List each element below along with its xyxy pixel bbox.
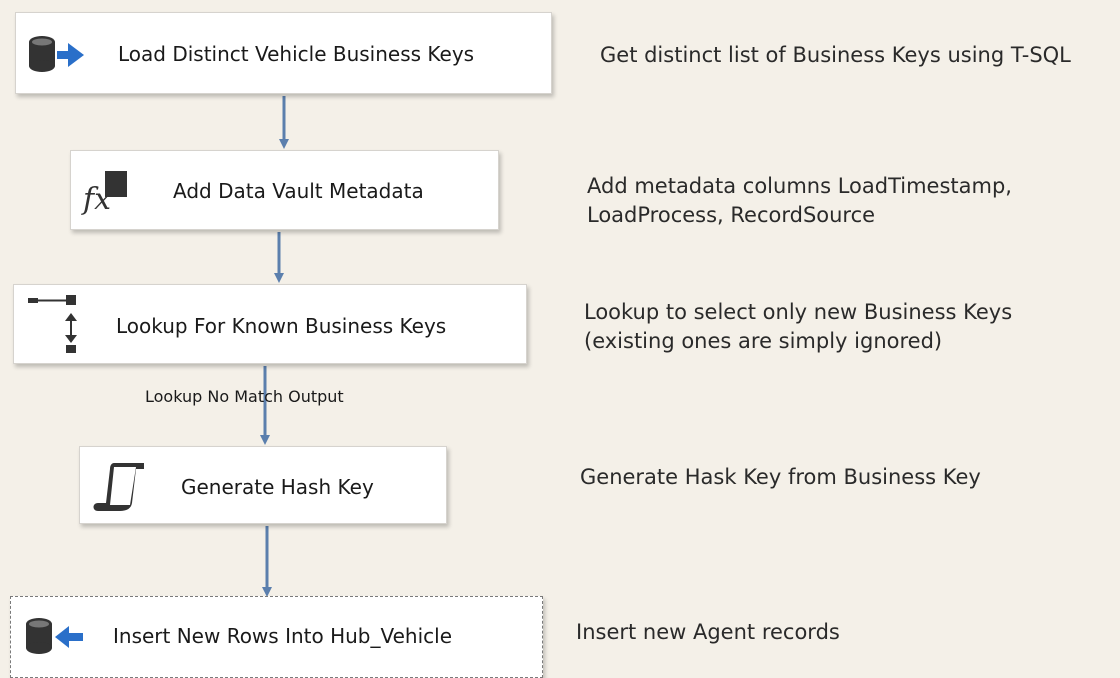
task-label: Generate Hash Key: [181, 475, 374, 499]
task-load-distinct-vehicle-business-keys[interactable]: Load Distinct Vehicle Business Keys: [15, 12, 552, 94]
task-label: Lookup For Known Business Keys: [116, 314, 447, 338]
annotation-line: Insert new Agent records: [576, 620, 840, 644]
task-label: Insert New Rows Into Hub_Vehicle: [113, 624, 453, 648]
annotation-2: Add metadata columns LoadTimestamp, Load…: [587, 172, 1012, 230]
svg-text:fx: fx: [81, 182, 111, 215]
derived-column-icon: fx: [79, 169, 131, 219]
task-insert-new-rows-into-hub-vehicle[interactable]: Insert New Rows Into Hub_Vehicle: [10, 596, 543, 678]
task-lookup-for-known-business-keys[interactable]: Lookup For Known Business Keys: [13, 284, 527, 364]
ole-db-source-icon: [28, 35, 90, 79]
annotation-line: (existing ones are simply ignored): [584, 329, 943, 353]
annotation-line: Lookup to select only new Business Keys: [584, 300, 1013, 324]
annotation-4: Generate Hask Key from Business Key: [580, 463, 981, 492]
task-generate-hash-key[interactable]: Generate Hash Key: [79, 446, 447, 524]
task-label: Add Data Vault Metadata: [173, 179, 424, 203]
annotation-1: Get distinct list of Business Keys using…: [600, 41, 1071, 70]
task-label: Load Distinct Vehicle Business Keys: [118, 42, 475, 66]
ole-db-destination-icon: [25, 617, 87, 661]
lookup-no-match-output-label: Lookup No Match Output: [145, 387, 344, 406]
task-add-data-vault-metadata[interactable]: fx Add Data Vault Metadata: [70, 150, 499, 230]
lookup-icon: [28, 295, 78, 359]
script-component-icon: [92, 459, 148, 517]
annotation-line: Add metadata columns LoadTimestamp,: [587, 174, 1012, 198]
annotation-3: Lookup to select only new Business Keys …: [584, 298, 1012, 356]
annotation-line: Generate Hask Key from Business Key: [580, 465, 981, 489]
annotation-line: Get distinct list of Business Keys using…: [600, 43, 1071, 67]
annotation-line: LoadProcess, RecordSource: [587, 203, 876, 227]
annotation-5: Insert new Agent records: [576, 618, 840, 647]
